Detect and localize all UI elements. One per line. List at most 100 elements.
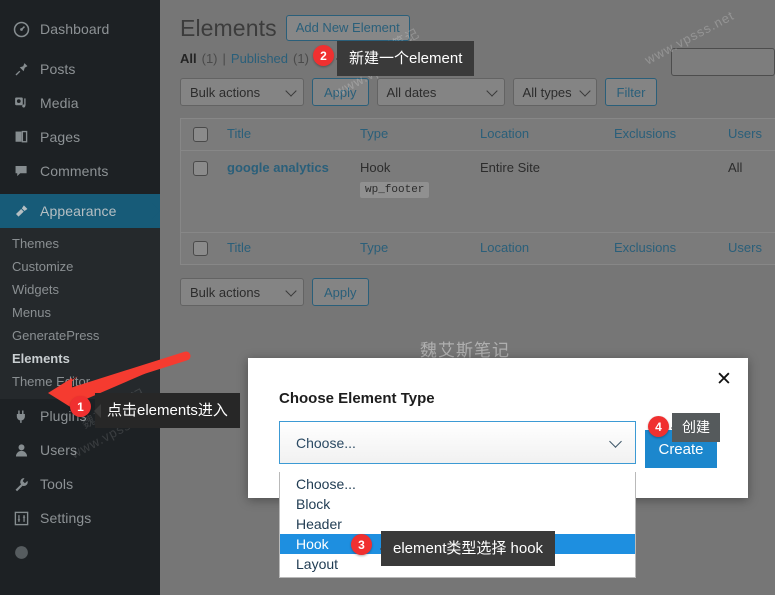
table-footer-row: Title Type Location Exclusions Users — [181, 233, 775, 265]
view-link-published[interactable]: Published — [231, 51, 288, 66]
comments-icon — [11, 161, 31, 181]
apply-label: Apply — [324, 284, 357, 300]
hook-name-chip: wp_footer — [360, 182, 430, 198]
select-all-checkbox-top[interactable] — [181, 126, 227, 142]
all-dates-select[interactable]: All dates — [376, 78, 505, 106]
submenu-item-menus[interactable]: Menus — [0, 301, 160, 324]
sidebar-item-label: Dashboard — [40, 21, 110, 37]
filter-button[interactable]: Filter — [604, 78, 658, 106]
callout-badge-4: 4 — [648, 416, 669, 437]
apply-button-top[interactable]: Apply — [312, 78, 369, 106]
pages-icon — [11, 127, 31, 147]
bulk-actions-value: Bulk actions — [190, 84, 261, 100]
view-count-published: (1) — [293, 51, 309, 66]
sidebar-item-users[interactable]: Users — [0, 433, 160, 467]
submenu-item-themes[interactable]: Themes — [0, 232, 160, 255]
dropdown-option-choose[interactable]: Choose... — [280, 474, 635, 494]
row-title-cell: google analytics — [227, 160, 360, 175]
view-link-all[interactable]: All — [180, 51, 197, 66]
column-footer-location[interactable]: Location — [480, 240, 614, 255]
user-icon — [11, 440, 31, 460]
row-users-cell: All — [728, 160, 743, 175]
row-type-cell: Hook wp_footer — [360, 160, 480, 198]
media-icon — [11, 93, 31, 113]
callout-badge-2: 2 — [313, 45, 334, 66]
filter-label: Filter — [616, 84, 646, 100]
close-icon[interactable]: ✕ — [713, 368, 735, 390]
callout-tooltip-1: 点击elements进入 — [94, 393, 240, 428]
admin-sidebar: Dashboard Posts Media Pages Comments App… — [0, 0, 160, 595]
apply-label: Apply — [324, 84, 357, 100]
column-header-type[interactable]: Type — [360, 126, 480, 141]
element-type-select[interactable]: Choose... — [279, 421, 636, 464]
bottom-action-toolbar: Bulk actions Apply — [180, 278, 775, 306]
bulk-actions-value: Bulk actions — [190, 284, 261, 300]
callout-tooltip-3: element类型选择 hook — [379, 531, 556, 566]
wrench-icon — [11, 474, 31, 494]
elements-table: Title Type Location Exclusions Users goo… — [180, 118, 775, 265]
element-type-value: Choose... — [296, 434, 356, 451]
sidebar-item-label: Users — [40, 442, 78, 458]
view-count-all: (1) — [201, 51, 218, 66]
bulk-actions-select-bottom[interactable]: Bulk actions — [180, 278, 304, 306]
element-type: Hook — [360, 160, 391, 175]
submenu-item-widgets[interactable]: Widgets — [0, 278, 160, 301]
column-header-location[interactable]: Location — [480, 126, 614, 141]
sidebar-item-label: Tools — [40, 476, 74, 492]
column-footer-type[interactable]: Type — [360, 240, 480, 255]
all-types-select[interactable]: All types — [512, 78, 597, 106]
modal-title: Choose Element Type — [279, 390, 435, 407]
filter-toolbar: Bulk actions Apply All dates All types F… — [180, 78, 775, 106]
element-title-link[interactable]: google analytics — [227, 160, 329, 175]
submenu-item-theme-editor[interactable]: Theme Editor — [0, 370, 160, 393]
chevron-down-icon — [285, 85, 297, 97]
dropdown-option-block[interactable]: Block — [280, 494, 635, 514]
column-header-users[interactable]: Users — [728, 126, 775, 141]
sidebar-item-label: Media — [40, 95, 79, 111]
submenu-item-customize[interactable]: Customize — [0, 255, 160, 278]
column-header-exclusions[interactable]: Exclusions — [614, 126, 728, 141]
all-types-value: All types — [522, 84, 572, 100]
page-header: Elements Add New Element — [180, 8, 775, 48]
chevron-down-icon — [485, 85, 498, 97]
column-footer-title[interactable]: Title — [227, 240, 360, 255]
sidebar-item-partial[interactable] — [0, 535, 160, 569]
sidebar-item-appearance[interactable]: Appearance — [0, 194, 160, 228]
column-footer-exclusions[interactable]: Exclusions — [614, 240, 728, 255]
submenu-item-generatepress[interactable]: GeneratePress — [0, 324, 160, 347]
search-input[interactable] — [671, 48, 775, 76]
callout-badge-1: 1 — [70, 396, 91, 417]
add-new-element-button[interactable]: Add New Element — [285, 15, 410, 41]
row-checkbox[interactable] — [181, 160, 227, 176]
pin-icon — [11, 59, 31, 79]
all-dates-value: All dates — [386, 84, 437, 100]
sidebar-item-label: Comments — [40, 163, 109, 179]
sidebar-item-pages[interactable]: Pages — [0, 120, 160, 154]
table-row: google analytics Hook wp_footer Entire S… — [181, 151, 775, 233]
chevron-down-icon — [285, 285, 297, 297]
select-all-checkbox-bottom[interactable] — [181, 240, 227, 256]
chevron-down-icon — [578, 85, 591, 97]
wordpress-admin-screen: Dashboard Posts Media Pages Comments App… — [0, 0, 775, 595]
sidebar-item-media[interactable]: Media — [0, 86, 160, 120]
callout-tooltip-4: 创建 — [671, 413, 720, 442]
sidebar-item-tools[interactable]: Tools — [0, 467, 160, 501]
dashboard-icon — [11, 19, 31, 39]
column-footer-users[interactable]: Users — [728, 240, 775, 255]
callout-tooltip-2: 新建一个element — [335, 41, 475, 76]
sidebar-item-label: Settings — [40, 510, 92, 526]
bulk-actions-select-top[interactable]: Bulk actions — [180, 78, 304, 106]
sidebar-item-comments[interactable]: Comments — [0, 154, 160, 188]
apply-button-bottom[interactable]: Apply — [312, 278, 369, 306]
chevron-down-icon — [609, 434, 622, 448]
appearance-submenu: Themes Customize Widgets Menus GenerateP… — [0, 228, 160, 399]
plug-icon — [11, 406, 31, 426]
sidebar-item-dashboard[interactable]: Dashboard — [0, 12, 160, 46]
sidebar-item-posts[interactable]: Posts — [0, 52, 160, 86]
settings-icon — [11, 508, 31, 528]
sidebar-item-settings[interactable]: Settings — [0, 501, 160, 535]
circle-icon — [11, 542, 31, 562]
column-header-title[interactable]: Title — [227, 126, 360, 141]
submenu-item-elements[interactable]: Elements — [0, 347, 160, 370]
brush-icon — [11, 201, 31, 221]
